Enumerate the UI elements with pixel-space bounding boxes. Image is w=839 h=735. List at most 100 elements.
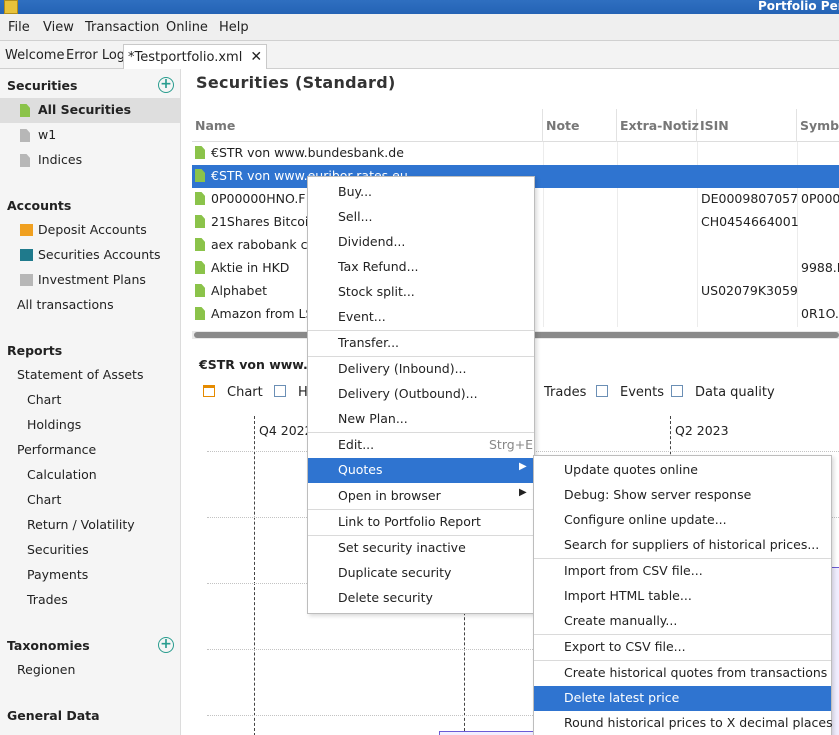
menu-online[interactable]: Online [166, 20, 208, 35]
table-tab-icon [596, 385, 608, 397]
sidebar-item-performance[interactable]: Performance [0, 438, 180, 463]
watchlist-icon [20, 154, 30, 167]
menu-item-update-quotes-online[interactable]: Update quotes online [534, 458, 831, 483]
sidebar-item-label: Holdings [27, 417, 82, 432]
column-header-isin[interactable]: ISIN [697, 109, 797, 142]
sidebar-item-indices[interactable]: Indices [0, 148, 180, 173]
tab-historical-quotes[interactable]: H [274, 385, 308, 400]
sidebar-item-securities-report[interactable]: Securities [0, 538, 180, 563]
security-icon [195, 261, 205, 274]
menu-item-new-plan[interactable]: New Plan... [308, 407, 534, 432]
sidebar-section-taxonomies: Taxonomies [7, 638, 90, 653]
menu-file[interactable]: File [8, 20, 30, 35]
sidebar-item-label: Calculation [27, 467, 97, 482]
tab-label: Events [620, 385, 665, 400]
menu-help[interactable]: Help [219, 20, 249, 35]
menu-item-configure-online-update[interactable]: Configure online update... [534, 508, 831, 533]
tab-data-quality[interactable]: Data quality [671, 385, 775, 400]
securities-account-icon [20, 249, 33, 261]
sidebar-item-label: Chart [27, 392, 62, 407]
menu-item-delivery-inbound[interactable]: Delivery (Inbound)... [308, 357, 534, 382]
add-securities-icon[interactable]: + [158, 77, 174, 93]
menu-item-buy[interactable]: Buy... [308, 180, 534, 205]
watchlist-icon [20, 129, 30, 142]
menu-item-quotes[interactable]: Quotes ▶ [308, 458, 534, 483]
menu-item-delivery-outbound[interactable]: Delivery (Outbound)... [308, 382, 534, 407]
sidebar-item-investment-plans[interactable]: Investment Plans [0, 268, 180, 293]
menu-item-link-portfolio-report[interactable]: Link to Portfolio Report [308, 510, 534, 535]
menu-item-label: Search for suppliers of historical price… [564, 537, 820, 552]
sidebar-item-chart[interactable]: Chart [0, 388, 180, 413]
sidebar-item-all-securities[interactable]: All Securities [0, 98, 180, 123]
column-header-note[interactable]: Note [543, 109, 617, 142]
menu-item-label: Buy... [338, 184, 373, 199]
menu-item-label: Event... [338, 309, 386, 324]
menu-item-set-inactive[interactable]: Set security inactive [308, 536, 534, 561]
menu-item-import-csv[interactable]: Import from CSV file... [534, 559, 831, 584]
sidebar-item-all-transactions[interactable]: All transactions [0, 293, 180, 318]
window-title: Portfolio Performance [758, 0, 839, 13]
menu-item-create-quotes-from-transactions[interactable]: Create historical quotes from transactio… [534, 661, 831, 686]
menu-item-create-manually[interactable]: Create manually... [534, 609, 831, 634]
menu-item-event[interactable]: Event... [308, 305, 534, 330]
app-icon [4, 0, 18, 14]
sidebar-item-w1[interactable]: w1 [0, 123, 180, 148]
menu-item-label: Update quotes online [564, 462, 698, 477]
sidebar-item-label: Performance [17, 442, 97, 457]
sidebar-item-securities-accounts[interactable]: Securities Accounts [0, 243, 180, 268]
close-icon[interactable]: ✕ [250, 49, 262, 65]
column-header-name[interactable]: Name [192, 109, 543, 142]
menu-item-edit[interactable]: Edit... Strg+E [308, 433, 534, 458]
menu-item-transfer[interactable]: Transfer... [308, 331, 534, 356]
sidebar-section-securities: Securities [7, 78, 78, 93]
menu-item-sell[interactable]: Sell... [308, 205, 534, 230]
sidebar-item-label: Investment Plans [38, 272, 146, 287]
sidebar-item-return-volatility[interactable]: Return / Volatility [0, 513, 180, 538]
sidebar-item-label: Chart [27, 492, 62, 507]
menu-item-tax-refund[interactable]: Tax Refund... [308, 255, 534, 280]
sidebar-item-statement-of-assets[interactable]: Statement of Assets [0, 363, 180, 388]
menu-view[interactable]: View [43, 20, 74, 35]
tab-chart[interactable]: Chart [203, 385, 263, 400]
cell-isin: DE0009807057 [701, 191, 799, 206]
sidebar-item-label: w1 [38, 127, 57, 142]
column-header-extra-notiz[interactable]: Extra-Notiz [617, 109, 699, 142]
menu-item-import-html-table[interactable]: Import HTML table... [534, 584, 831, 609]
quotes-submenu: Update quotes online Debug: Show server … [533, 455, 833, 735]
menu-item-open-in-browser[interactable]: Open in browser ▶ [308, 484, 534, 509]
sidebar-item-label: All Securities [38, 102, 132, 117]
menu-item-delete-latest-price[interactable]: Delete latest price [534, 686, 831, 711]
menu-item-label: Create historical quotes from transactio… [564, 665, 828, 680]
cell-name: aex rabobank cer [211, 237, 321, 252]
column-header-symbol[interactable]: Symbo [797, 109, 839, 142]
menu-item-delete-security[interactable]: Delete security [308, 586, 534, 611]
menu-item-dividend[interactable]: Dividend... [308, 230, 534, 255]
menu-item-label: Dividend... [338, 234, 406, 249]
security-list-icon [20, 104, 30, 117]
tab-testportfolio[interactable]: *Testportfolio.xml ✕ [123, 44, 268, 69]
menu-item-label: Quotes [338, 462, 383, 477]
tab-welcome[interactable]: Welcome [1, 44, 68, 69]
security-icon [195, 215, 205, 228]
table-row[interactable]: €STR von www.bundesbank.de [192, 142, 839, 165]
sidebar-item-calculation[interactable]: Calculation [0, 463, 180, 488]
add-taxonomy-icon[interactable]: + [158, 637, 174, 653]
menu-item-duplicate-security[interactable]: Duplicate security [308, 561, 534, 586]
sidebar-item-payments[interactable]: Payments [0, 563, 180, 588]
tab-trades[interactable]: Trades [544, 385, 586, 400]
menu-transaction[interactable]: Transaction [85, 20, 159, 35]
cell-symbol: 0R1O.L [801, 306, 839, 321]
sidebar-item-regionen[interactable]: Regionen [0, 658, 180, 683]
sidebar-item-trades[interactable]: Trades [0, 588, 180, 613]
menu-item-debug-server-response[interactable]: Debug: Show server response [534, 483, 831, 508]
menu-item-export-csv[interactable]: Export to CSV file... [534, 635, 831, 660]
tab-events[interactable]: Events [596, 385, 664, 400]
sidebar-item-deposit-accounts[interactable]: Deposit Accounts [0, 218, 180, 243]
sidebar-item-holdings[interactable]: Holdings [0, 413, 180, 438]
tab-error-log[interactable]: Error Log [62, 44, 129, 69]
menu-item-search-suppliers[interactable]: Search for suppliers of historical price… [534, 533, 831, 558]
sidebar: Securities + All Securities w1 Indices A… [0, 69, 181, 735]
menu-item-round-historical-prices[interactable]: Round historical prices to X decimal pla… [534, 711, 833, 735]
menu-item-stock-split[interactable]: Stock split... [308, 280, 534, 305]
sidebar-item-performance-chart[interactable]: Chart [0, 488, 180, 513]
